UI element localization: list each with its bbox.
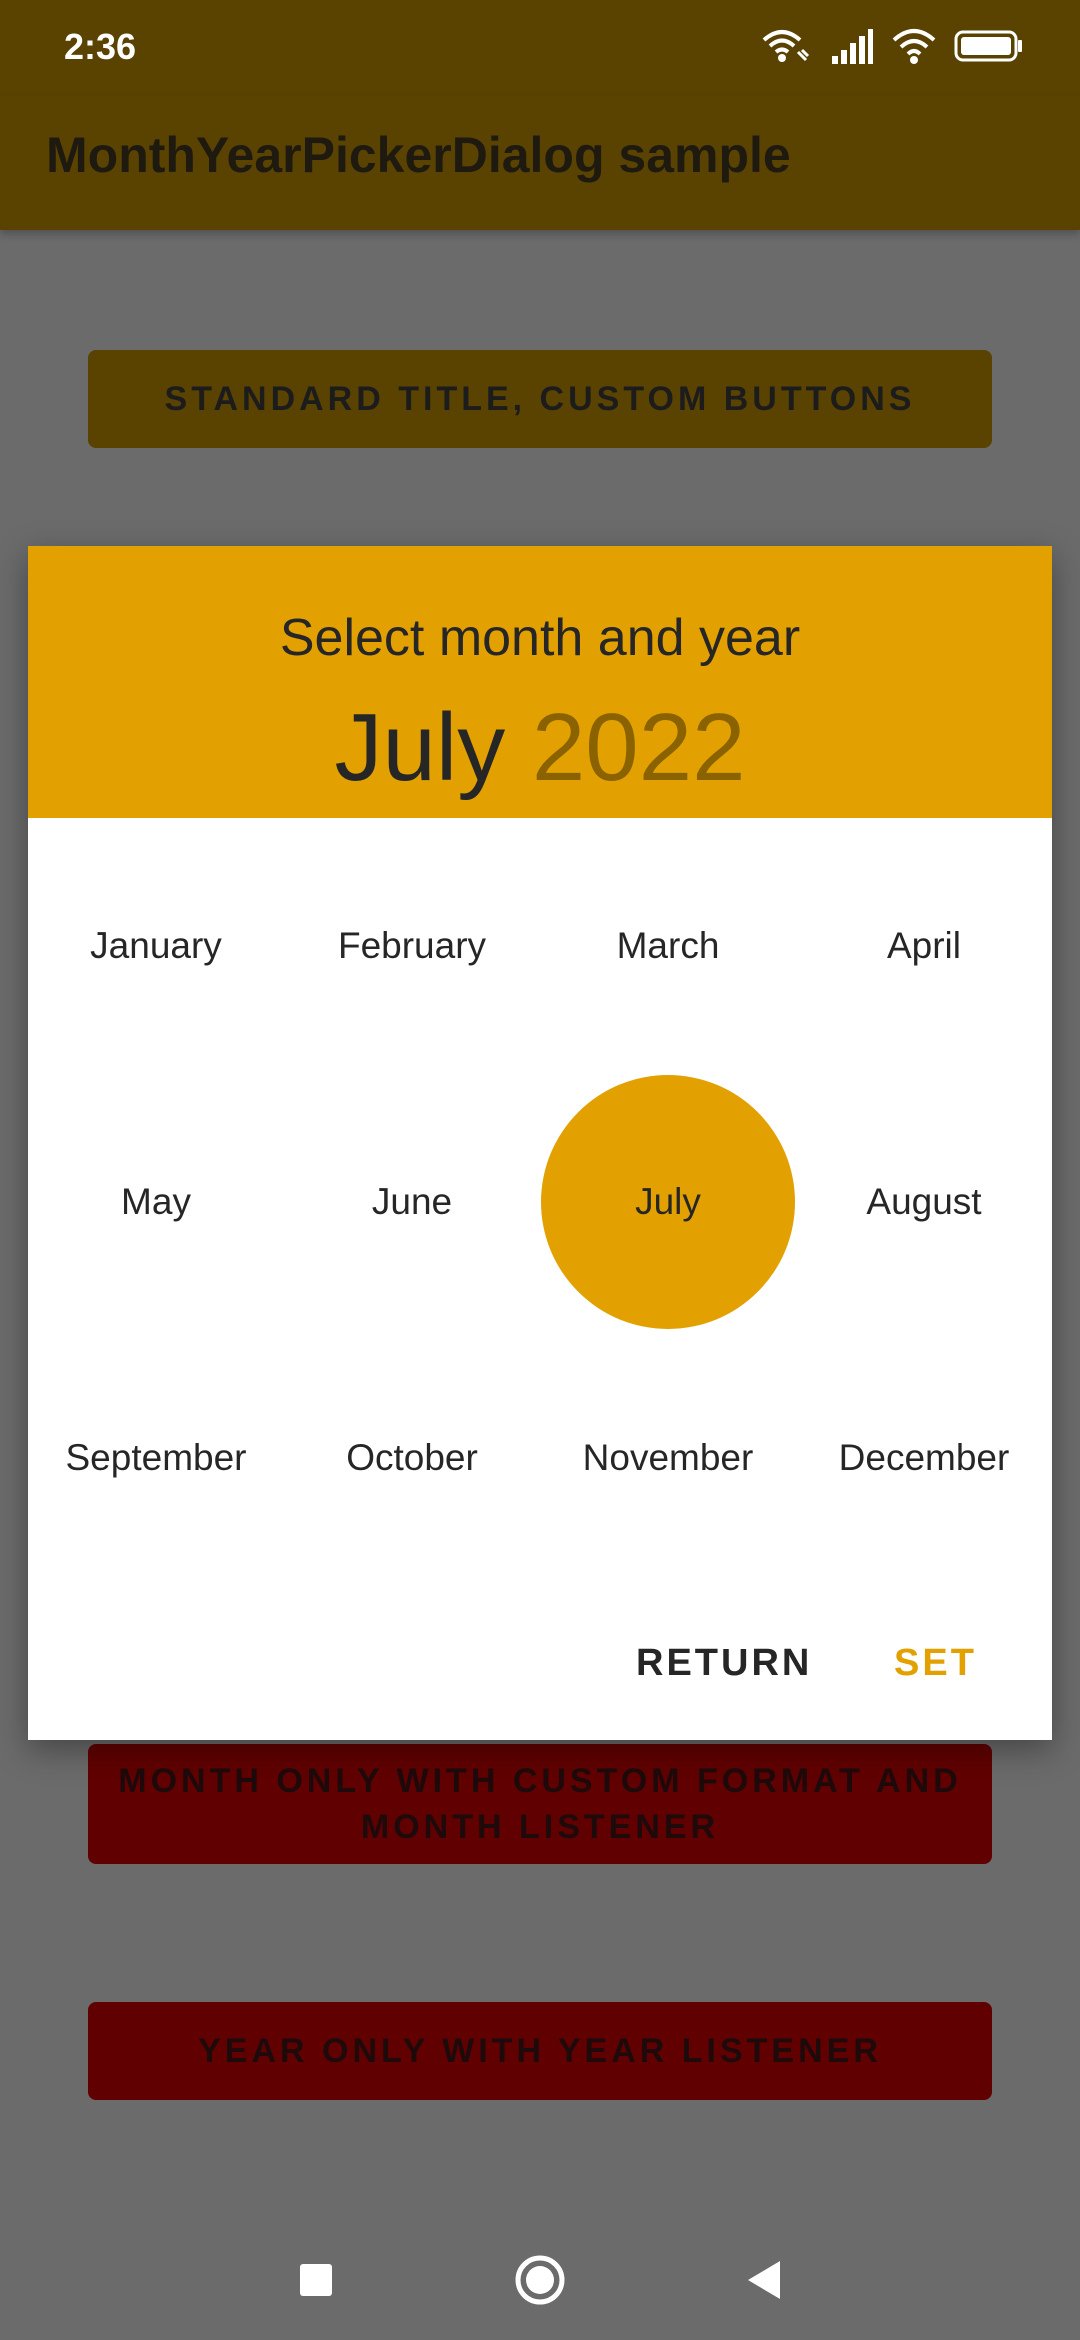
month-cell-november[interactable]: November [540, 1330, 796, 1586]
month-grid: January February March April May June Ju… [28, 818, 1052, 1586]
month-cell-february[interactable]: February [284, 818, 540, 1074]
dialog-header: Select month and year July 2022 [28, 546, 1052, 818]
app-title: MonthYearPickerDialog sample [46, 127, 791, 183]
selected-date-display: July 2022 [28, 698, 1052, 798]
month-cell-june[interactable]: June [284, 1074, 540, 1330]
status-bar: 2:36 [0, 0, 1080, 96]
month-cell-april[interactable]: April [796, 818, 1052, 1074]
month-year-picker-dialog: Select month and year July 2022 January … [28, 546, 1052, 1740]
status-time: 2:36 [64, 26, 137, 67]
month-label: June [371, 1181, 453, 1222]
month-label: December [838, 1437, 1010, 1478]
month-cell-september[interactable]: September [28, 1330, 284, 1586]
selected-year-label[interactable]: 2022 [532, 694, 746, 801]
month-label: April [886, 925, 962, 966]
month-label: October [346, 1437, 478, 1478]
month-cell-july-selected[interactable]: July [540, 1074, 796, 1330]
year-only-year-listener-button[interactable]: YEAR ONLY WITH YEAR LISTENER [88, 2002, 992, 2100]
back-icon[interactable] [736, 2252, 792, 2308]
recents-icon[interactable] [288, 2252, 344, 2308]
app-bar: MonthYearPickerDialog sample [0, 96, 1080, 230]
wifi-calling-icon [760, 26, 812, 71]
wifi-icon [892, 26, 936, 71]
standard-title-custom-buttons-button[interactable]: STANDARD TITLE, CUSTOM BUTTONS [88, 350, 992, 448]
dialog-title: Select month and year [279, 609, 801, 667]
month-cell-august[interactable]: August [796, 1074, 1052, 1330]
month-label: January [90, 925, 222, 966]
month-label: September [65, 1437, 247, 1478]
month-cell-march[interactable]: March [540, 818, 796, 1074]
selected-month-label[interactable]: July [335, 694, 506, 801]
month-cell-october[interactable]: October [284, 1330, 540, 1586]
dialog-actions: RETURN SET [28, 1624, 1052, 1714]
month-label: March [616, 925, 720, 966]
month-only-custom-format-button[interactable]: MONTH ONLY WITH CUSTOM FORMAT AND MONTH … [88, 1744, 992, 1864]
month-cell-may[interactable]: May [28, 1074, 284, 1330]
status-icons [760, 26, 1024, 70]
return-button[interactable]: RETURN [636, 1642, 812, 1685]
signal-icon [830, 26, 874, 71]
month-label: May [121, 1181, 191, 1222]
set-button[interactable]: SET [894, 1642, 977, 1685]
home-icon[interactable] [512, 2252, 568, 2308]
month-label: November [582, 1437, 754, 1478]
month-label: February [337, 925, 487, 966]
month-label: August [866, 1181, 982, 1222]
battery-icon [954, 26, 1024, 71]
month-label: July [635, 1181, 701, 1222]
month-cell-december[interactable]: December [796, 1330, 1052, 1586]
navigation-bar [0, 2208, 1080, 2340]
month-cell-january[interactable]: January [28, 818, 284, 1074]
